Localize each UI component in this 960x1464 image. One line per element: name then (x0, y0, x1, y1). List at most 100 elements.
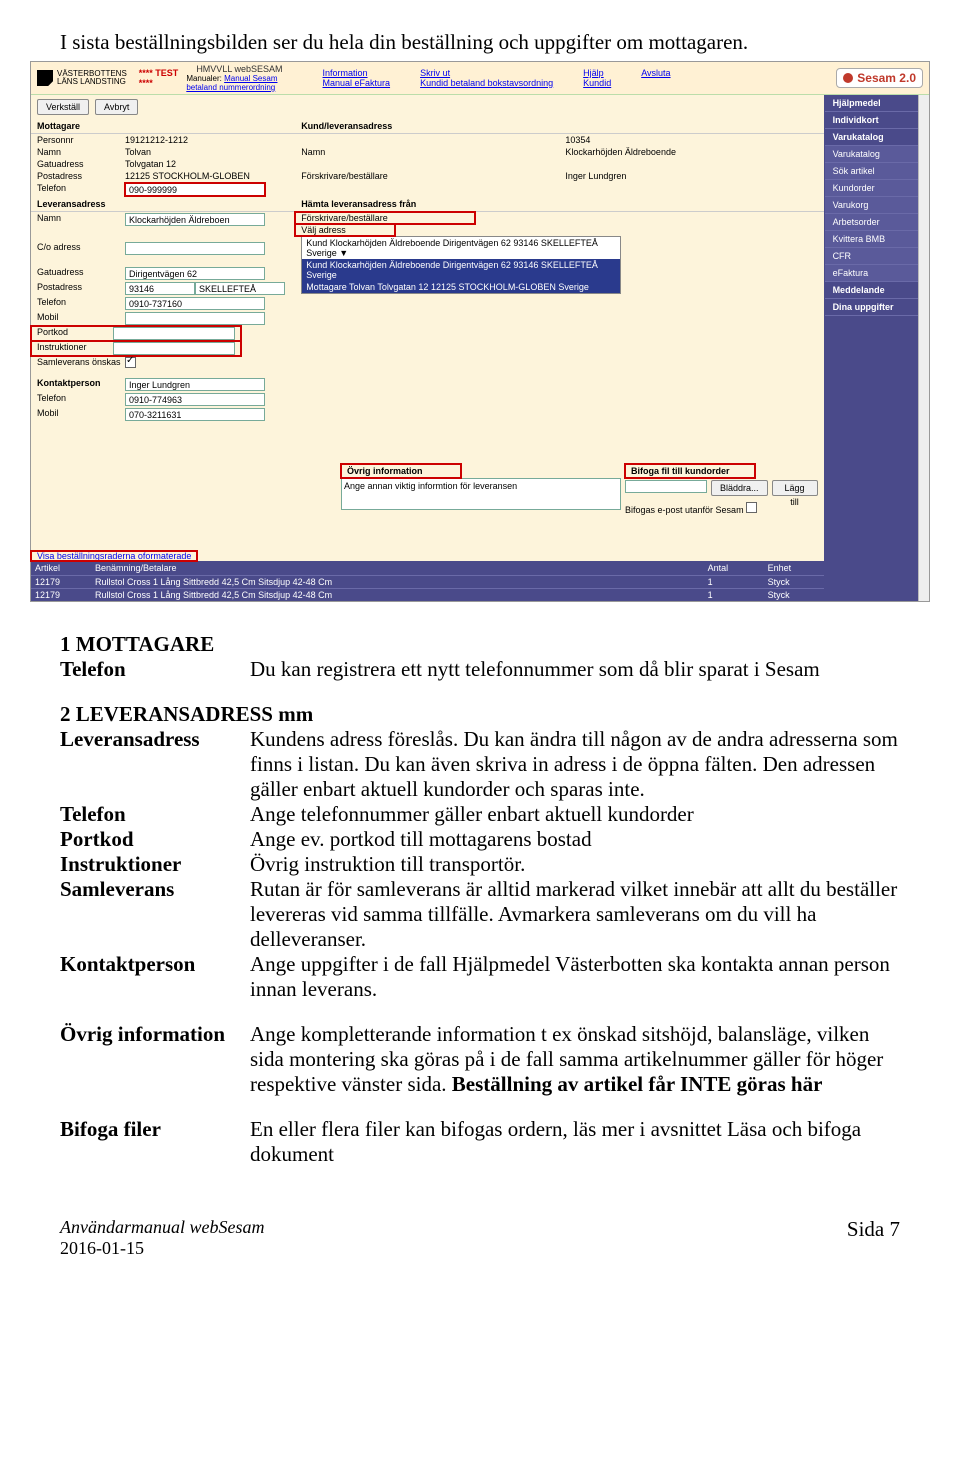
topbar: VÄSTERBOTTENS LÄNS LANDSTING **** TEST *… (31, 62, 929, 95)
kundlev-namn-label: Namn (301, 147, 389, 157)
side-meddelande[interactable]: Meddelande (825, 282, 918, 299)
table-row[interactable]: 12179 Rullstol Cross 1 Lång Sittbredd 42… (31, 575, 824, 588)
side-efaktura[interactable]: eFaktura (825, 265, 918, 282)
mottagare-heading: Mottagare (31, 119, 295, 134)
ex-kon-v: Ange uppgifter i de fall Hjälpmedel Väst… (250, 952, 900, 1002)
lev-tel-input[interactable]: 0910-737160 (125, 297, 265, 310)
epost-checkbox[interactable] (746, 502, 757, 513)
side-individkort[interactable]: Individkort (825, 112, 918, 129)
instr-input[interactable] (113, 342, 235, 355)
kontakt-heading: Kontaktperson (37, 378, 125, 391)
dropdown-opt-2[interactable]: Mottagare Tolvan Tolvgatan 12 12125 STOC… (302, 281, 620, 293)
kontakt-mobil-input[interactable]: 070-3211631 (125, 408, 265, 421)
kund-kod: 10354 (565, 135, 590, 145)
lev-tel-label: Telefon (37, 297, 125, 310)
mottagare-telefon-input[interactable]: 090-999999 (125, 183, 265, 196)
side-arbetsorder[interactable]: Arbetsorder (825, 214, 918, 231)
ex-instr-k: Instruktioner (60, 852, 250, 877)
kontakt-mobil-label: Mobil (37, 408, 125, 421)
link-skriv-ut[interactable]: Skriv ut (420, 68, 553, 78)
bifoga-heading: Bifoga fil till kundorder (625, 464, 755, 478)
ex-ovr-k: Övrig information (60, 1022, 250, 1097)
ovrig-info-textarea[interactable]: Ange annan viktig informtion för leveran… (341, 478, 621, 510)
ex-lev-k: Leveransadress (60, 727, 250, 802)
lev-namn-input[interactable]: Klockarhöjden Äldreboen (125, 213, 265, 226)
file-path-input[interactable] (625, 480, 707, 493)
samleverans-label: Samleverans önskas (37, 357, 125, 368)
ex-instr-v: Övrig instruktion till transportör. (250, 852, 900, 877)
intro-text: I sista beställningsbilden ser du hela d… (60, 30, 900, 55)
link-avsluta[interactable]: Avsluta (641, 68, 670, 78)
ex-h1: 1 MOTTAGARE (60, 632, 900, 657)
ex-telefon-v: Du kan registrera ett nytt telefonnummer… (250, 657, 900, 682)
lev-postnr-input[interactable]: 93146 (125, 282, 195, 295)
org-line2: LÄNS LANDSTING (57, 77, 126, 86)
table-row[interactable]: 12179 Rullstol Cross 1 Lång Sittbredd 42… (31, 588, 824, 601)
link-kundid-bokstav[interactable]: Kundid betaland bokstavsordning (420, 78, 553, 88)
dropdown-selected: Kund Klockarhöjden Äldreboende Dirigentv… (302, 237, 620, 259)
lev-namn-label: Namn (37, 213, 125, 226)
side-nav: Hjälpmedel Individkort Varukatalog Varuk… (825, 95, 918, 601)
screenshot-mock: VÄSTERBOTTENS LÄNS LANDSTING **** TEST *… (30, 61, 930, 602)
ex-bif-v: En eller flera filer kan bifogas ordern,… (250, 1117, 900, 1167)
col-artikel: Artikel (31, 561, 91, 575)
ovrig-info-heading: Övrig information (341, 464, 461, 478)
visa-bestallning-link[interactable]: Visa beställningsraderna oformaterade (31, 551, 197, 561)
lev-post-label: Postadress (37, 282, 125, 295)
link-manual-efaktura[interactable]: Manual eFaktura (323, 78, 391, 88)
verkstall-button[interactable]: Verkställ (37, 99, 89, 115)
order-table: Artikel Benämning/Betalare Antal Enhet 1… (31, 561, 824, 601)
kontakt-namn-input[interactable]: Inger Lundgren (125, 378, 265, 391)
side-varukatalog-sub[interactable]: Varukatalog (825, 146, 918, 163)
ex-tel-k: Telefon (60, 802, 250, 827)
side-sok-artikel[interactable]: Sök artikel (825, 163, 918, 180)
gatu-label: Gatuadress (37, 159, 125, 169)
portkod-input[interactable] (113, 327, 235, 340)
gatu-value: Tolvgatan 12 (125, 159, 176, 169)
forskrivare-value: Inger Lundgren (565, 171, 626, 181)
ex-kon-k: Kontaktperson (60, 952, 250, 1002)
side-kvittera[interactable]: Kvittera BMB (825, 231, 918, 248)
namn-value: Tolvan (125, 147, 151, 157)
kund-namn: Klockarhöjden Äldreboende (565, 147, 676, 157)
scrollbar[interactable] (918, 95, 929, 601)
lagg-till-button[interactable]: Lägg till (772, 480, 818, 496)
side-varukorg[interactable]: Varukorg (825, 197, 918, 214)
side-kundorder[interactable]: Kundorder (825, 180, 918, 197)
lev-postort-input[interactable]: SKELLEFTEÅ (195, 282, 285, 295)
test-label: **** TEST **** (139, 68, 179, 88)
org-logo: VÄSTERBOTTENS LÄNS LANDSTING (37, 70, 127, 86)
sesam-dot-icon (843, 73, 853, 83)
samleverans-checkbox[interactable] (125, 357, 136, 368)
link-betaland[interactable]: betaland nummerordning (186, 83, 275, 92)
footer-title: Användarmanual webSesam (60, 1217, 264, 1238)
side-varukatalog[interactable]: Varukatalog (825, 129, 918, 146)
sesam-text: Sesam 2.0 (857, 71, 916, 85)
kontakt-tel-input[interactable]: 0910-774963 (125, 393, 265, 406)
side-dina-uppgifter[interactable]: Dina uppgifter (825, 299, 918, 316)
avbryt-button[interactable]: Avbryt (95, 99, 138, 115)
dropdown-opt-1[interactable]: Kund Klockarhöjden Äldreboende Dirigentv… (302, 259, 620, 281)
co-input[interactable] (125, 242, 265, 255)
manuals-label: Manualer: (186, 74, 222, 83)
link-kundid[interactable]: Kundid (583, 78, 611, 88)
personnr-label: Personnr (37, 135, 125, 145)
page-footer: Användarmanual webSesam 2016-01-15 Sida … (60, 1217, 900, 1259)
bladdra-button[interactable]: Bläddra... (711, 480, 768, 496)
ex-lev-v: Kundens adress föreslås. Du kan ändra ti… (250, 727, 900, 802)
link-hjalp[interactable]: Hjälp (583, 68, 611, 78)
ex-port-v: Ange ev. portkod till mottagarens bostad (250, 827, 900, 852)
side-hjalpmedel[interactable]: Hjälpmedel (825, 95, 918, 112)
link-manual-sesam[interactable]: Manual Sesam (224, 74, 277, 83)
forskrivare-label: Förskrivare/beställare (301, 171, 389, 181)
post-value: 12125 STOCKHOLM-GLOBEN (125, 171, 250, 181)
post-label: Postadress (37, 171, 125, 181)
lev-mobil-label: Mobil (37, 312, 125, 325)
valj-adress-dropdown[interactable]: Kund Klockarhöjden Äldreboende Dirigentv… (301, 236, 621, 294)
col-antal: Antal (704, 561, 764, 575)
link-information[interactable]: Information (323, 68, 391, 78)
col-enhet: Enhet (764, 561, 824, 575)
lev-gatu-input[interactable]: Dirigentvägen 62 (125, 267, 265, 280)
lev-mobil-input[interactable] (125, 312, 265, 325)
side-cfr[interactable]: CFR (825, 248, 918, 265)
